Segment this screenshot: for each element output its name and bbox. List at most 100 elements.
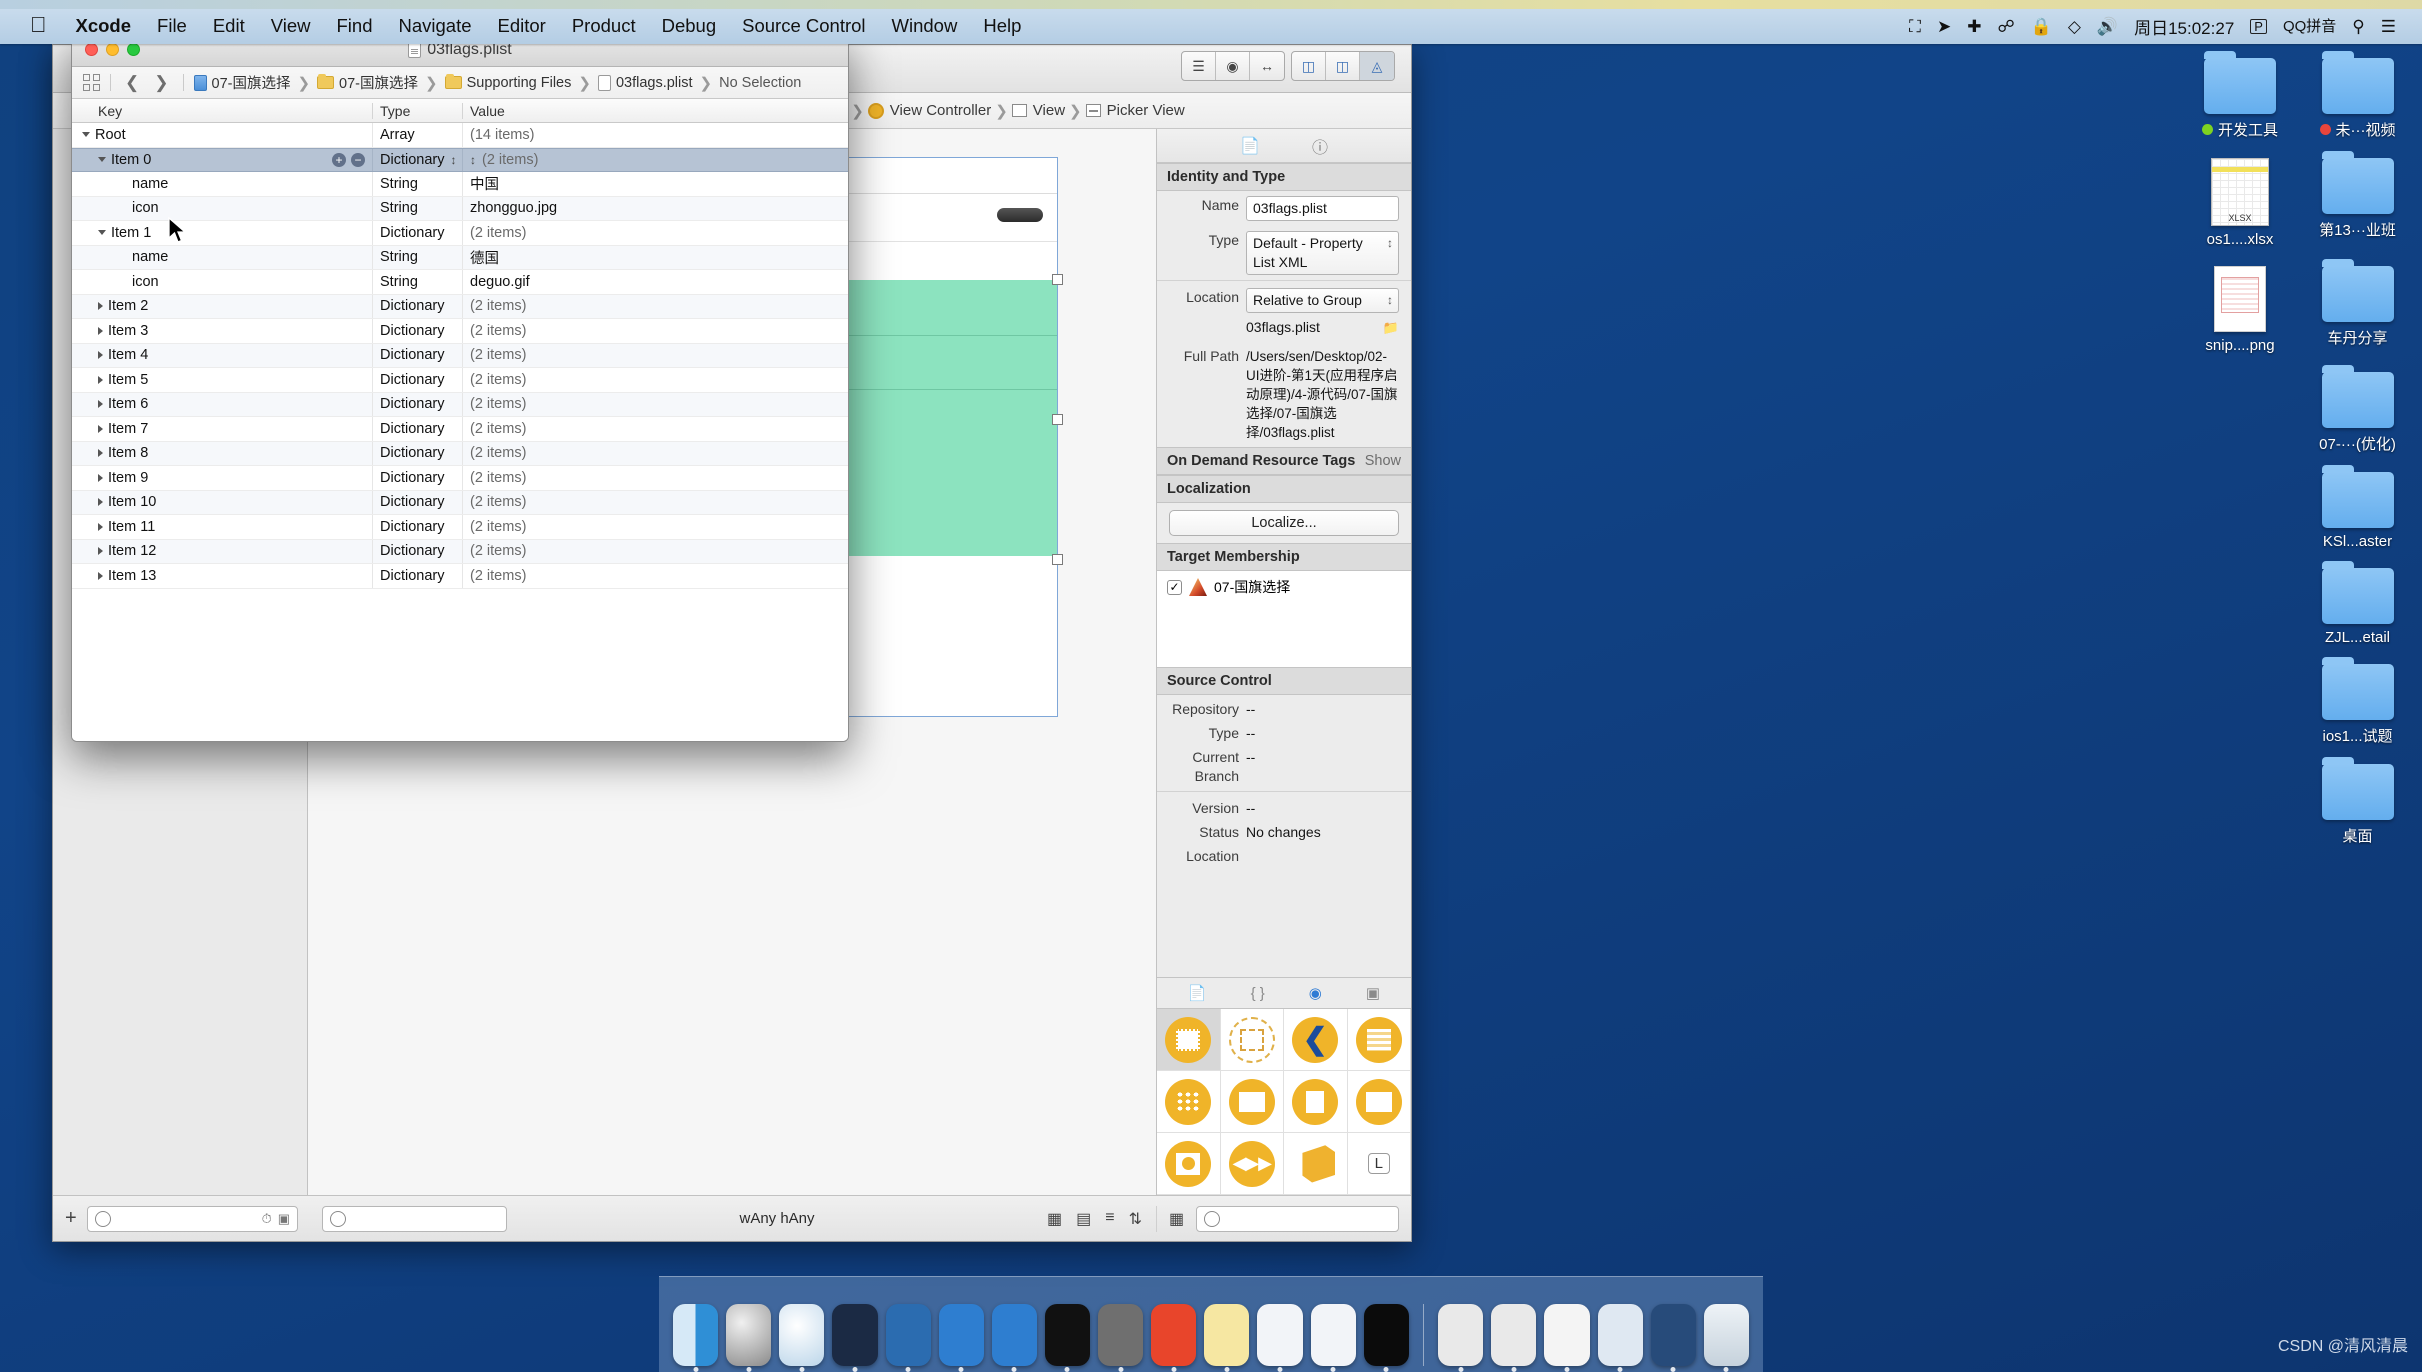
plist-jump-bar[interactable]: ❮ ❯ 07-国旗选择 ❯ 07-国旗选择 ❯ Supporting Files… (72, 67, 848, 99)
volume-icon[interactable]: 🔊 (2097, 18, 2118, 35)
menu-source-control[interactable]: Source Control (729, 15, 878, 37)
plist-type-cell[interactable]: String (380, 200, 418, 216)
plist-type-cell[interactable]: Dictionary (380, 568, 444, 584)
size-class-label[interactable]: wAny hAny (739, 1210, 814, 1227)
disclosure-triangle-icon[interactable] (98, 326, 103, 335)
disclosure-triangle-icon[interactable] (82, 132, 90, 138)
localize-button[interactable]: Localize... (1169, 510, 1399, 536)
plist-type-cell[interactable]: Dictionary (380, 372, 444, 388)
location-icon[interactable]: ➤ (1937, 18, 1951, 35)
plist-type-cell[interactable]: Dictionary (380, 470, 444, 486)
plist-value-cell[interactable]: (2 items) (470, 372, 526, 388)
library-item-label-placeholder[interactable]: L (1347, 1133, 1411, 1195)
plist-value-cell[interactable]: (2 items) (470, 543, 526, 559)
library-item-glkit-view-controller[interactable] (1157, 1133, 1221, 1195)
plist-type-cell[interactable]: Dictionary (380, 396, 444, 412)
disclosure-triangle-icon[interactable] (98, 375, 103, 384)
library-filter-input[interactable] (1196, 1205, 1399, 1232)
plist-value-cell[interactable]: (2 items) (470, 225, 526, 241)
file-name-input[interactable]: 03flags.plist (1246, 196, 1399, 221)
breadcrumb-supporting-files[interactable]: Supporting Files (444, 74, 571, 91)
plist-row[interactable]: Root Array (14 items) (72, 123, 848, 148)
menu-navigate[interactable]: Navigate (386, 15, 485, 37)
iterm-icon[interactable] (1363, 1304, 1409, 1372)
target-membership-row[interactable]: ✓ 07-国旗选择 (1157, 571, 1411, 603)
menu-help[interactable]: Help (970, 15, 1034, 37)
plist-key-cell[interactable]: Item 11 (108, 519, 155, 535)
plist-type-cell[interactable]: Dictionary (380, 347, 444, 363)
add-remove-buttons[interactable]: + − (332, 152, 372, 167)
terminal-icon[interactable] (1044, 1304, 1091, 1372)
disclosure-triangle-icon[interactable] (98, 571, 103, 580)
plist-editor-window[interactable]: 03flags.plist ❮ ❯ 07-国旗选择 ❯ 07-国旗选择 ❯ Su… (71, 32, 849, 742)
mac-dock[interactable] (659, 1276, 1763, 1372)
plist-key-cell[interactable]: Item 10 (108, 494, 156, 510)
menu-product[interactable]: Product (559, 15, 649, 37)
canvas-tools-group[interactable]: ▦ ▤ ≡ ⇅ (1047, 1209, 1142, 1229)
pdf-expert-icon[interactable] (1151, 1304, 1197, 1372)
screen-record-icon[interactable]: ⛶ (1909, 18, 1921, 35)
lock-icon[interactable]: 🔒 (2031, 18, 2052, 35)
value-stepper-icon[interactable]: ↕ (470, 153, 476, 167)
disclosure-triangle-icon[interactable] (98, 424, 103, 433)
library-item-collection-view-controller[interactable] (1157, 1071, 1221, 1133)
plist-type-cell[interactable]: String (380, 176, 418, 192)
clock-label[interactable]: 周日15:02:27 (2134, 14, 2234, 39)
plist-value-cell[interactable]: zhongguo.jpg (470, 200, 557, 216)
desktop-icon[interactable]: 桌面 (2303, 757, 2413, 846)
menu-file[interactable]: File (144, 15, 200, 37)
dropbox-icon[interactable]: ◇ (2068, 18, 2081, 35)
plist-type-cell[interactable]: Dictionary (380, 225, 444, 241)
plist-key-cell[interactable]: Item 0 (111, 152, 151, 168)
object-library-grid[interactable]: ❮ ◀▶▶ L (1157, 1009, 1411, 1195)
desktop-icon[interactable]: 07-···(优化) (2303, 365, 2413, 454)
plist-key-cell[interactable]: Item 7 (108, 421, 148, 437)
recent-filter-icon[interactable]: ⏱ (262, 1211, 272, 1227)
plist-key-cell[interactable]: Item 2 (108, 298, 148, 314)
plist-type-cell[interactable]: Dictionary (380, 152, 444, 168)
disclosure-triangle-icon[interactable] (98, 547, 103, 556)
remove-row-button[interactable]: − (351, 152, 365, 167)
choose-folder-icon[interactable]: 📁 (1383, 318, 1399, 337)
library-item-storyboard-reference[interactable] (1220, 1009, 1284, 1071)
plist-value-cell[interactable]: (2 items) (470, 421, 526, 437)
menu-xcode[interactable]: Xcode (63, 15, 145, 37)
plist-type-cell[interactable]: Array (380, 127, 415, 143)
desktop-icon[interactable]: os1....xlsx (2185, 158, 2295, 248)
disclosure-triangle-icon[interactable] (98, 400, 103, 409)
add-row-button[interactable]: + (332, 152, 346, 167)
plist-type-cell[interactable]: Dictionary (380, 323, 444, 339)
plist-row[interactable]: Item 8 Dictionary (2 items) (72, 441, 848, 466)
disclosure-triangle-icon[interactable] (98, 157, 106, 163)
disclosure-triangle-icon[interactable] (98, 302, 103, 311)
recent-doc-1-icon[interactable] (1438, 1304, 1484, 1372)
view-toggle-segment[interactable]: ◫ ◫ ◬ (1291, 51, 1395, 81)
plist-row[interactable]: name String 中国 (72, 172, 848, 197)
sogou-input-icon[interactable] (832, 1304, 878, 1372)
disclosure-triangle-icon[interactable] (98, 522, 103, 531)
desktop-icon[interactable]: 第13···业班 (2303, 151, 2413, 248)
desktop-icon[interactable]: 开发工具 (2185, 51, 2295, 140)
disclosure-triangle-icon[interactable] (98, 473, 103, 482)
notification-center-icon[interactable]: ☰ (2381, 18, 2396, 35)
library-filter-grid-icon[interactable]: ▦ (1169, 1209, 1184, 1229)
menu-view[interactable]: View (258, 15, 324, 37)
plist-value-cell[interactable]: (2 items) (470, 494, 526, 510)
breadcrumb-file[interactable]: 03flags.plist (597, 74, 693, 91)
plist-row[interactable]: icon String zhongguo.jpg (72, 196, 848, 221)
type-stepper-icon[interactable]: ↕ (450, 153, 456, 167)
resize-handle[interactable] (1052, 554, 1063, 565)
plist-type-cell[interactable]: String (380, 249, 418, 265)
plist-value-cell[interactable]: (2 items) (470, 323, 526, 339)
plist-table[interactable]: Key Type Value Root Array (14 items) Item 0… (72, 99, 848, 741)
resize-handle[interactable] (1052, 414, 1063, 425)
plist-value-cell[interactable]: (2 items) (470, 298, 526, 314)
apple-menu-icon[interactable]:  (22, 12, 63, 41)
related-items-icon[interactable] (83, 74, 100, 91)
pin-icon[interactable]: ▤ (1076, 1209, 1091, 1229)
desktop-icon[interactable]: 车丹分享 (2303, 259, 2413, 354)
plist-value-cell[interactable]: 德国 (470, 247, 499, 268)
recent-doc-3-icon[interactable] (1544, 1304, 1590, 1372)
align-icon[interactable]: ▦ (1047, 1209, 1062, 1229)
plist-row[interactable]: Item 6 Dictionary (2 items) (72, 392, 848, 417)
